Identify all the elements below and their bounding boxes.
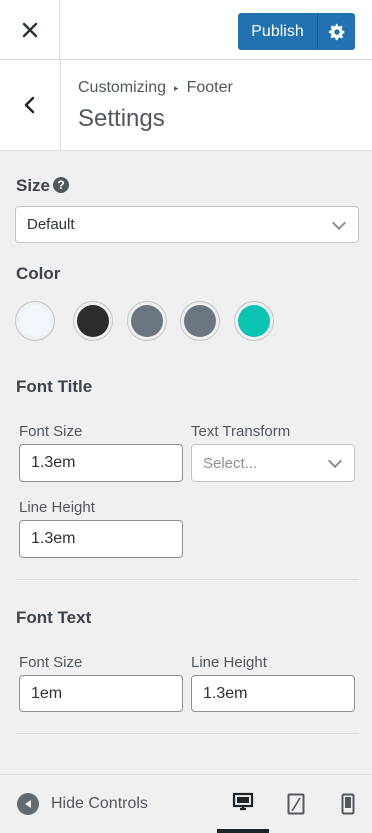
swatch-fill [19, 305, 51, 337]
hide-controls-button[interactable]: Hide Controls [17, 793, 148, 815]
breadcrumb-root: Customizing [78, 79, 167, 96]
device-mobile-button[interactable] [322, 775, 372, 833]
desktop-icon [232, 792, 254, 811]
mobile-icon [341, 793, 355, 815]
color-swatch[interactable] [180, 301, 220, 341]
text-font-size-label: Font Size [19, 654, 83, 671]
chevron-left-icon [24, 96, 35, 114]
swatch-fill [131, 305, 163, 337]
size-label: Size [16, 176, 51, 195]
color-label: Color [16, 264, 61, 283]
publish-group: Publish [238, 13, 355, 50]
swatch-fill [238, 305, 270, 337]
device-desktop-button[interactable] [217, 775, 269, 833]
title-line-height-input[interactable]: 1.3em [19, 520, 183, 558]
help-icon[interactable]: ? [53, 177, 69, 193]
page-title: Settings [78, 105, 165, 132]
breadcrumb-section: Footer [186, 79, 233, 96]
swatch-fill [184, 305, 216, 337]
close-button[interactable] [0, 0, 60, 59]
size-select[interactable]: Default [15, 206, 359, 243]
breadcrumb: Customizing ▸ Footer [78, 79, 233, 97]
title-text-transform-label: Text Transform [191, 423, 291, 440]
section-divider [16, 733, 359, 734]
text-line-height-label: Line Height [191, 654, 267, 671]
title-text-transform-select[interactable]: Select... [191, 444, 355, 482]
customizer-topbar: Publish [0, 0, 372, 60]
tablet-icon [287, 793, 305, 815]
publish-button[interactable]: Publish [238, 13, 317, 50]
breadcrumb-separator-icon: ▸ [174, 82, 179, 93]
customizer-footer: Hide Controls [0, 774, 372, 833]
color-swatch[interactable] [127, 301, 167, 341]
color-swatch[interactable] [15, 301, 55, 341]
chevron-down-icon [331, 215, 347, 230]
text-line-height-input[interactable]: 1.3em [191, 675, 355, 712]
close-icon [22, 22, 37, 37]
collapse-arrow-icon [17, 793, 39, 815]
font-title-heading: Font Title [16, 377, 93, 396]
section-header: Customizing ▸ Footer Settings [0, 60, 372, 151]
text-font-size-input[interactable]: 1em [19, 675, 183, 712]
swatch-fill [77, 305, 109, 337]
color-swatch[interactable] [73, 301, 113, 341]
font-text-heading: Font Text [16, 608, 92, 627]
section-divider [16, 579, 359, 580]
chevron-down-icon [327, 453, 343, 469]
text-transform-select-value: Select... [203, 454, 258, 472]
gear-icon [328, 23, 345, 40]
publish-settings-button[interactable] [317, 13, 355, 50]
size-select-value: Default [27, 216, 75, 233]
title-font-size-input[interactable]: 1.3em [19, 444, 183, 482]
device-tablet-button[interactable] [270, 775, 322, 833]
color-swatch[interactable] [234, 301, 274, 341]
title-line-height-label: Line Height [19, 499, 95, 516]
back-button[interactable] [0, 60, 61, 150]
title-font-size-label: Font Size [19, 423, 83, 440]
hide-controls-label: Hide Controls [51, 795, 148, 812]
